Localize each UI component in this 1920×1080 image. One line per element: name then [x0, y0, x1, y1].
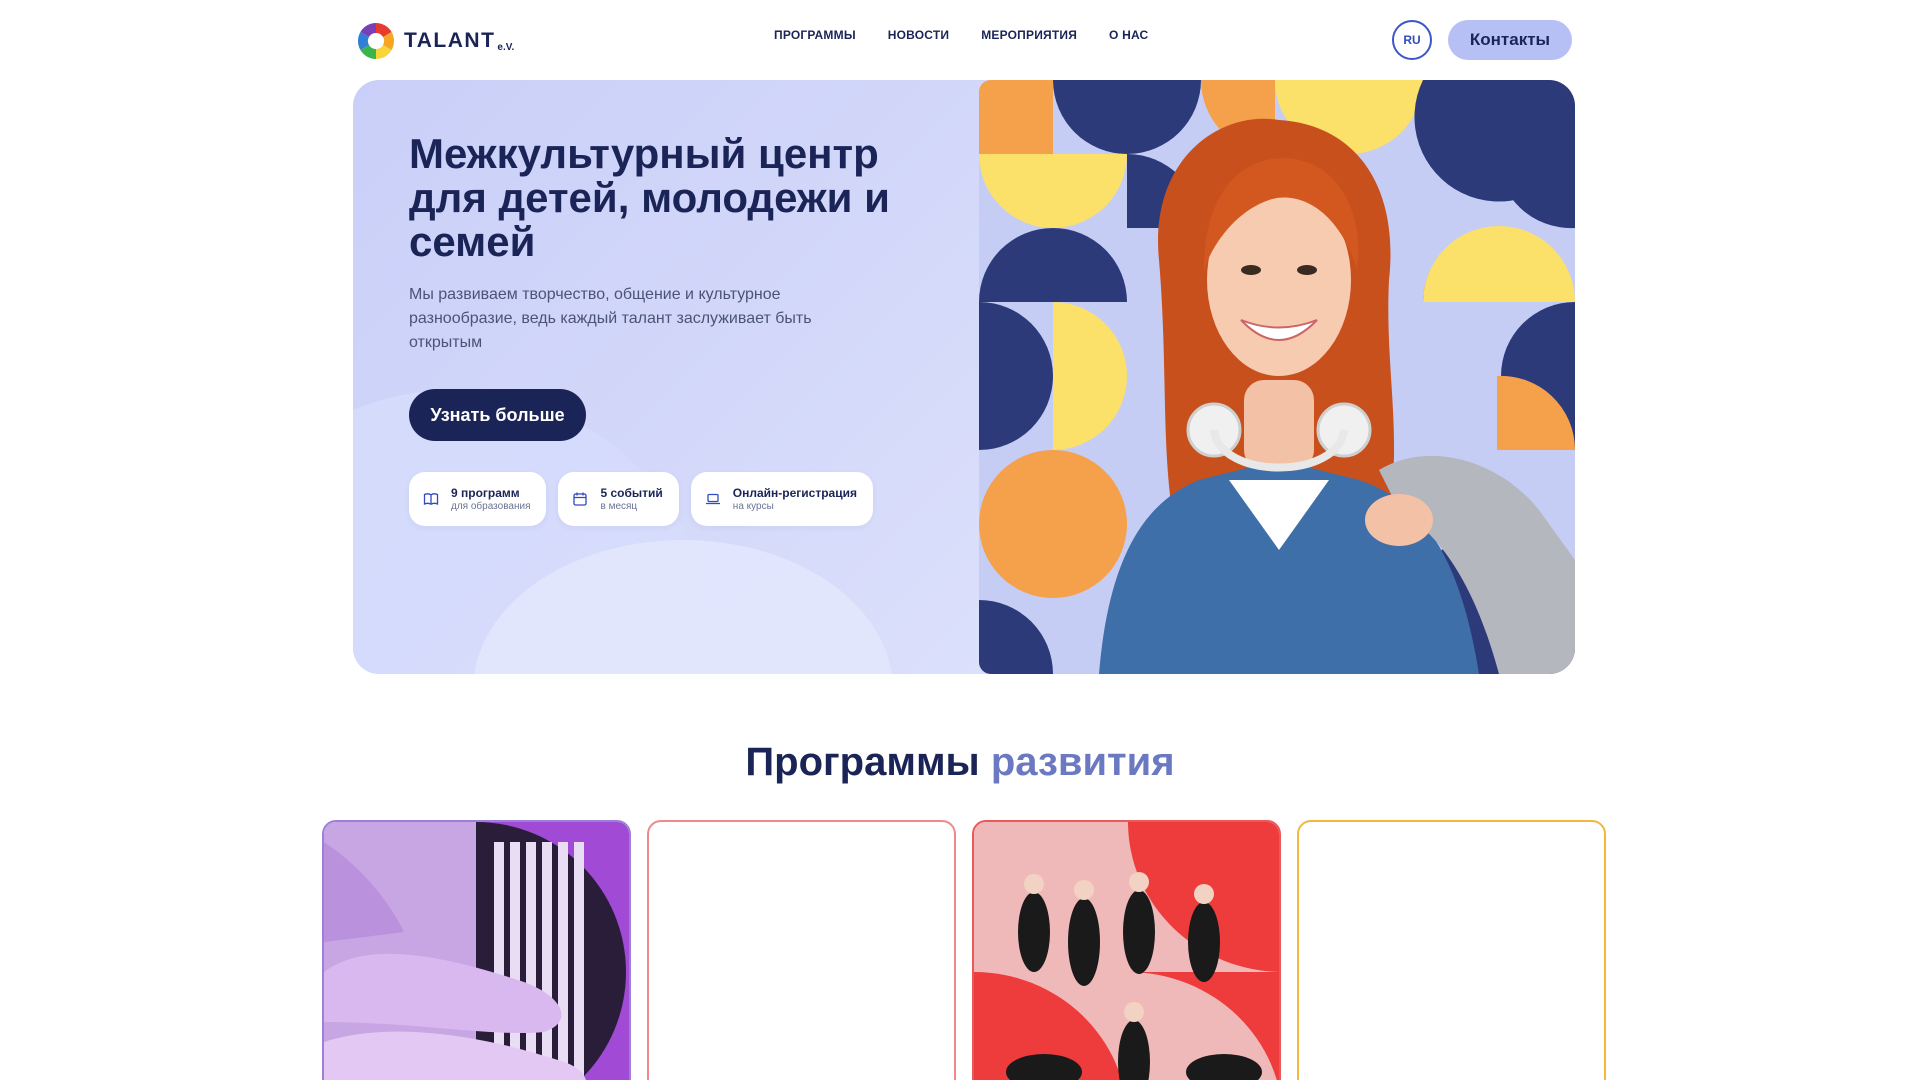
- badge-subtitle: для образования: [451, 500, 531, 512]
- book-icon: [423, 493, 439, 505]
- hero-title: Межкультурный центр для детей, молодежи …: [409, 130, 890, 265]
- site-header: TALANT e.V. ПРОГРАММЫ НОВОСТИ МЕРОПРИЯТИ…: [356, 18, 1572, 62]
- learn-more-button[interactable]: Узнать больше: [409, 389, 586, 441]
- program-card[interactable]: [322, 820, 631, 1080]
- piano-hands-image: [324, 822, 629, 1080]
- gymnastics-image: [974, 822, 1279, 1080]
- programs-title-accent: развития: [990, 740, 1175, 784]
- logo-text: TALANT: [404, 29, 496, 52]
- program-card[interactable]: [1297, 820, 1606, 1080]
- hero-subtitle: Мы развиваем творчество, общение и культ…: [409, 286, 812, 351]
- nav-item-programs[interactable]: ПРОГРАММЫ: [774, 28, 856, 42]
- badge-registration: Онлайн-регистрация на курсы: [690, 472, 873, 526]
- badge-programs: 9 программ для образования: [409, 472, 547, 526]
- hero-badges: 9 программ для образования 5 событий в м…: [409, 472, 873, 526]
- badge-subtitle: в месяц: [600, 500, 638, 512]
- hero-section: Межкультурный центр для детей, молодежи …: [353, 80, 1575, 674]
- logo-icon: [357, 22, 395, 60]
- program-cards: [322, 820, 1606, 1080]
- contacts-button[interactable]: Контакты: [1448, 20, 1572, 60]
- logo-suffix: e.V.: [497, 41, 515, 53]
- main-nav: ПРОГРАММЫ НОВОСТИ МЕРОПРИЯТИЯ О НАС: [774, 28, 1148, 42]
- hero-photo: [979, 80, 1575, 674]
- hero-image: [979, 80, 1575, 674]
- logo[interactable]: TALANT e.V.: [356, 20, 514, 62]
- program-card[interactable]: [647, 820, 956, 1080]
- programs-section-title: Программы развития: [0, 740, 1920, 785]
- calendar-icon: [573, 492, 588, 506]
- badge-title: 5 событий: [600, 485, 663, 500]
- badge-title: Онлайн-регистрация: [732, 485, 857, 500]
- badge-title: 9 программ: [451, 485, 520, 500]
- nav-item-events[interactable]: МЕРОПРИЯТИЯ: [981, 28, 1077, 42]
- program-card[interactable]: [972, 820, 1281, 1080]
- programs-title-main: Программы: [745, 740, 980, 784]
- nav-item-news[interactable]: НОВОСТИ: [888, 28, 949, 42]
- badge-subtitle: на курсы: [732, 500, 774, 512]
- laptop-icon: [705, 493, 720, 505]
- nav-item-about[interactable]: О НАС: [1109, 28, 1148, 42]
- language-switcher[interactable]: RU: [1392, 20, 1432, 60]
- badge-events: 5 событий в месяц: [558, 472, 679, 526]
